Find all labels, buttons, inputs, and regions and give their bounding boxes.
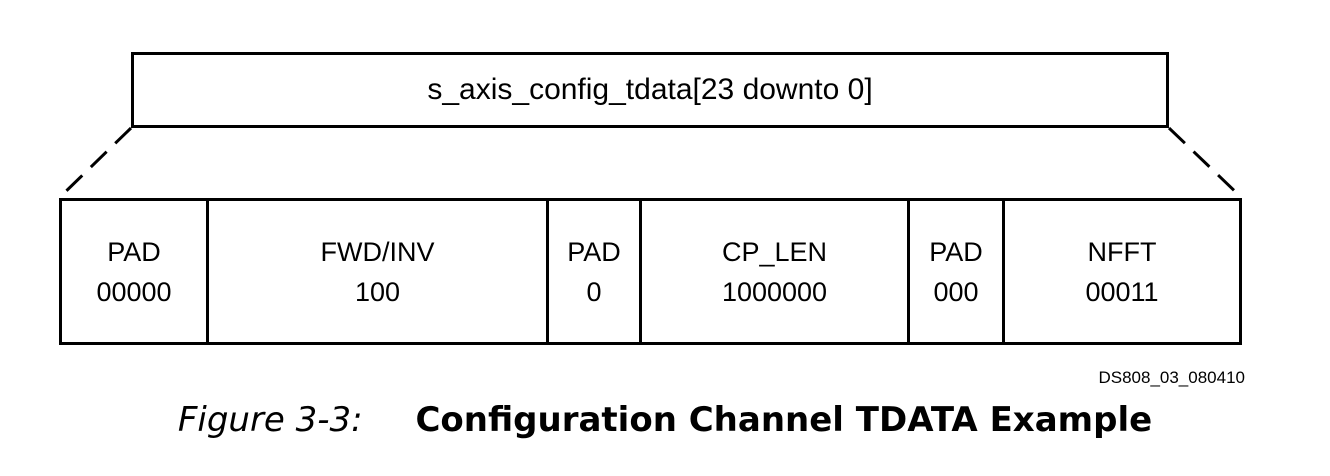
field-name: PAD xyxy=(567,236,621,267)
field-cp-len: CP_LEN 1000000 xyxy=(642,201,910,342)
field-value: 0 xyxy=(586,276,602,307)
field-value: 1000000 xyxy=(721,276,828,307)
document-id: DS808_03_080410 xyxy=(1098,368,1245,387)
field-value: 000 xyxy=(933,276,979,307)
field-name: FWD/INV xyxy=(320,236,435,267)
field-pad-1: PAD 00000 xyxy=(62,201,209,342)
field-value: 100 xyxy=(354,276,401,307)
field-name: NFFT xyxy=(1087,236,1157,267)
left-dashed-connector xyxy=(57,126,133,200)
field-value: 00000 xyxy=(96,276,172,307)
field-name: CP_LEN xyxy=(721,236,828,267)
field-name: PAD xyxy=(929,236,983,267)
register-label: s_axis_config_tdata[23 downto 0] xyxy=(427,73,873,106)
field-value: 00011 xyxy=(1085,276,1159,307)
figure-title: Configuration Channel TDATA Example xyxy=(415,400,1153,440)
field-fwd-inv: FWD/INV 100 xyxy=(209,201,549,342)
figure-caption: Figure 3-3: Configuration Channel TDATA … xyxy=(0,400,1330,440)
right-dashed-connector xyxy=(1167,126,1244,200)
register-box: s_axis_config_tdata[23 downto 0] xyxy=(131,52,1169,128)
bit-field-row: PAD 00000 FWD/INV 100 PAD 0 CP_LEN 10000… xyxy=(59,198,1242,345)
field-pad-2: PAD 0 xyxy=(549,201,642,342)
figure-number: Figure 3-3: xyxy=(177,400,363,440)
field-nfft: NFFT 00011 xyxy=(1005,201,1239,342)
field-name: PAD xyxy=(107,236,161,267)
field-pad-3: PAD 000 xyxy=(910,201,1005,342)
